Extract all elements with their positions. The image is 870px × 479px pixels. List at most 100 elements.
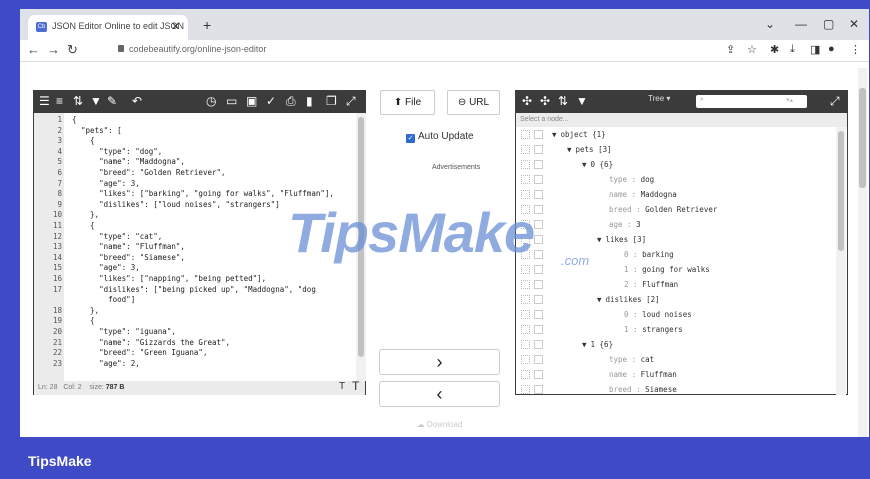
- node-menu-icon[interactable]: [534, 160, 543, 169]
- node-key[interactable]: pets: [576, 145, 594, 154]
- tree-node-row[interactable]: 0 : loud noises: [516, 307, 836, 322]
- tree-node-row[interactable]: name : Fluffman: [516, 367, 836, 382]
- node-menu-icon[interactable]: [534, 310, 543, 319]
- download-icon[interactable]: ⤓: [790, 43, 795, 56]
- drag-handle-icon[interactable]: [521, 385, 530, 394]
- node-menu-icon[interactable]: [534, 325, 543, 334]
- node-value[interactable]: [2]: [646, 295, 660, 304]
- minimize-icon[interactable]: —: [795, 17, 807, 31]
- node-value[interactable]: dog: [641, 175, 655, 184]
- node-key[interactable]: dislikes: [606, 295, 642, 304]
- menu-kebab-icon[interactable]: ⋮: [850, 43, 861, 56]
- sort-icon[interactable]: ⇅: [558, 94, 568, 108]
- drag-handle-icon[interactable]: [521, 355, 530, 364]
- node-key[interactable]: type: [609, 175, 627, 184]
- tree-node-row[interactable]: 1 : strangers: [516, 322, 836, 337]
- node-menu-icon[interactable]: [534, 145, 543, 154]
- expand-arrow-icon[interactable]: ▼: [597, 295, 602, 304]
- node-value[interactable]: loud noises: [642, 310, 692, 319]
- text-size-large-icon[interactable]: T: [352, 379, 359, 393]
- tab-search-icon[interactable]: ⌄: [765, 17, 775, 31]
- node-menu-icon[interactable]: [534, 355, 543, 364]
- browser-tab[interactable]: Cb JSON Editor Online to edit JSON ✕: [28, 15, 188, 40]
- drag-handle-icon[interactable]: [521, 295, 530, 304]
- node-key[interactable]: breed: [609, 385, 632, 394]
- node-menu-icon[interactable]: [534, 190, 543, 199]
- tree-node-row[interactable]: age : 3: [516, 217, 836, 232]
- node-value[interactable]: 3: [636, 220, 641, 229]
- tree-node-row[interactable]: type : cat: [516, 352, 836, 367]
- reload-icon[interactable]: ↻: [67, 42, 78, 58]
- drag-handle-icon[interactable]: [521, 325, 530, 334]
- drag-handle-icon[interactable]: [521, 310, 530, 319]
- maximize-icon[interactable]: ▢: [823, 17, 834, 31]
- node-menu-icon[interactable]: [534, 220, 543, 229]
- undo-icon[interactable]: ↶: [132, 94, 142, 108]
- sidepanel-icon[interactable]: ◨: [810, 43, 820, 56]
- node-value[interactable]: [3]: [633, 235, 647, 244]
- node-value[interactable]: strangers: [642, 325, 683, 334]
- expand-arrow-icon[interactable]: ▼: [552, 130, 557, 139]
- text-size-small-icon[interactable]: T: [339, 381, 345, 392]
- close-window-icon[interactable]: ✕: [849, 17, 859, 31]
- node-menu-icon[interactable]: [534, 265, 543, 274]
- copy-to-left-button[interactable]: ‹: [379, 381, 500, 407]
- node-menu-icon[interactable]: [534, 130, 543, 139]
- node-key[interactable]: name: [609, 190, 627, 199]
- node-value[interactable]: Golden Retriever: [645, 205, 717, 214]
- node-value[interactable]: {6}: [600, 160, 614, 169]
- fullscreen-icon[interactable]: ⤢: [830, 94, 840, 109]
- node-value[interactable]: {6}: [600, 340, 614, 349]
- copy-icon[interactable]: ❐: [326, 94, 337, 108]
- filter-icon[interactable]: ▼: [90, 94, 102, 108]
- node-menu-icon[interactable]: [534, 205, 543, 214]
- tree-node-row[interactable]: ▼ object {1}: [516, 127, 836, 142]
- tree-node-row[interactable]: ▼ 1 {6}: [516, 337, 836, 352]
- tree-node-row[interactable]: name : Maddogna: [516, 187, 836, 202]
- delete-icon[interactable]: ▮: [306, 94, 313, 108]
- node-menu-icon[interactable]: [534, 385, 543, 394]
- format-icon[interactable]: ☰: [39, 94, 50, 108]
- node-menu-icon[interactable]: [534, 295, 543, 304]
- copy-to-right-button[interactable]: ›: [379, 349, 500, 375]
- tree-node-row[interactable]: ▼ 0 {6}: [516, 157, 836, 172]
- node-key[interactable]: age: [609, 220, 623, 229]
- node-value[interactable]: {1}: [592, 130, 606, 139]
- url-button[interactable]: ⊖ URL: [447, 90, 500, 115]
- page-scrollbar[interactable]: [858, 68, 867, 438]
- file-button[interactable]: ⬆ File: [380, 90, 435, 115]
- expand-arrow-icon[interactable]: ▼: [597, 235, 602, 244]
- tree-node-row[interactable]: breed : Golden Retriever: [516, 202, 836, 217]
- tree-scrollbar[interactable]: [836, 127, 846, 395]
- tree-node-row[interactable]: 2 : Fluffman: [516, 277, 836, 292]
- save-icon[interactable]: ▣: [246, 94, 257, 108]
- drag-handle-icon[interactable]: [521, 130, 530, 139]
- node-value[interactable]: [3]: [598, 145, 612, 154]
- expand-arrow-icon[interactable]: ▼: [582, 340, 587, 349]
- node-menu-icon[interactable]: [534, 370, 543, 379]
- auto-update-checkbox[interactable]: ✓ Auto Update: [406, 131, 474, 143]
- print-icon[interactable]: ⎙: [286, 94, 296, 109]
- drag-handle-icon[interactable]: [521, 265, 530, 274]
- tree-search-input[interactable]: ⌕ ▾▴: [696, 95, 807, 108]
- node-key[interactable]: name: [609, 370, 627, 379]
- node-key[interactable]: breed: [609, 205, 632, 214]
- validate-check-icon[interactable]: ✓: [266, 94, 276, 108]
- drag-handle-icon[interactable]: [521, 160, 530, 169]
- tree-node-row[interactable]: type : dog: [516, 172, 836, 187]
- bookmark-star-icon[interactable]: ☆: [747, 43, 757, 56]
- extensions-icon[interactable]: ✱: [770, 43, 779, 56]
- mode-dropdown[interactable]: Tree ▾: [648, 94, 670, 103]
- drag-handle-icon[interactable]: [521, 175, 530, 184]
- fullscreen-icon[interactable]: ⤢: [346, 94, 356, 109]
- node-value[interactable]: Fluffman: [641, 370, 677, 379]
- node-key[interactable]: type: [609, 355, 627, 364]
- forward-icon[interactable]: →: [47, 42, 60, 57]
- node-key[interactable]: object: [561, 130, 588, 139]
- history-icon[interactable]: ◷: [206, 94, 216, 108]
- repair-icon[interactable]: ✎: [107, 94, 117, 108]
- node-menu-icon[interactable]: [534, 340, 543, 349]
- node-value[interactable]: Siamese: [645, 385, 677, 394]
- open-folder-icon[interactable]: ▭: [226, 94, 237, 108]
- drag-handle-icon[interactable]: [521, 280, 530, 289]
